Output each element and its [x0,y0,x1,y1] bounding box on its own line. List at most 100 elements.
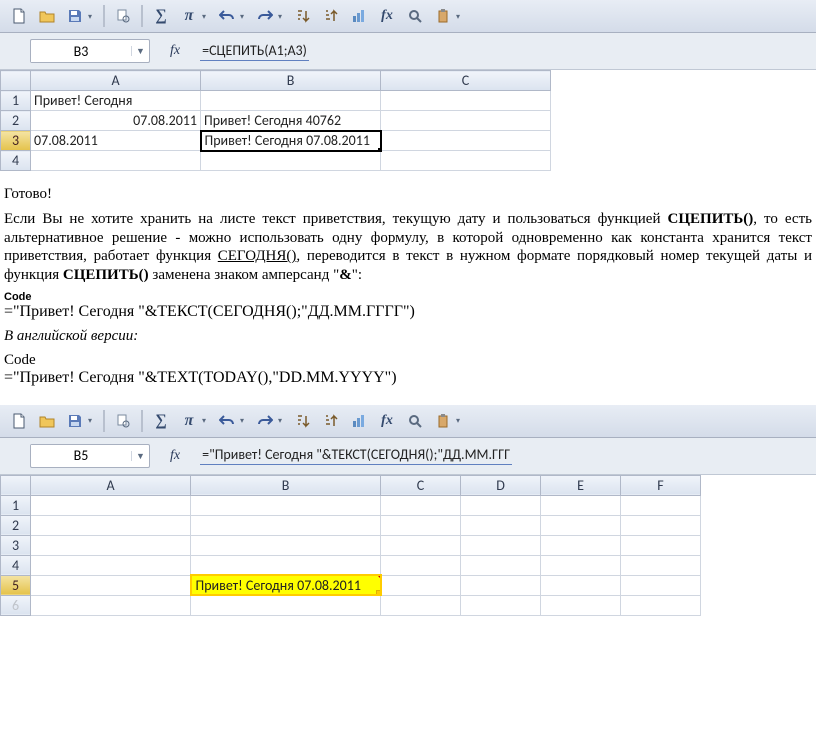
formula-text[interactable]: ="Привет! Сегодня "&ТЕКСТ(СЕГОДНЯ();"ДД.… [200,446,512,465]
highlighted-result-cell[interactable]: Привет! Сегодня 07.08.2011 [191,575,381,595]
clipboard-icon[interactable] [430,409,456,433]
col-header-D[interactable]: D [461,475,541,495]
pi-icon[interactable]: π [176,4,202,28]
cell[interactable] [381,91,551,111]
zoom-icon[interactable] [402,4,428,28]
cell[interactable] [461,595,541,615]
cell[interactable] [201,91,381,111]
cell[interactable] [31,535,191,555]
cell[interactable] [191,535,381,555]
redo-icon[interactable] [252,4,278,28]
row-header[interactable]: 3 [1,535,31,555]
select-all-corner[interactable] [1,71,31,91]
undo-dropdown-icon[interactable]: ▾ [240,416,250,425]
sort-asc-icon[interactable] [290,4,316,28]
name-box[interactable]: ▼ [30,39,150,63]
undo-icon[interactable] [214,409,240,433]
cell[interactable] [31,595,191,615]
save-icon[interactable] [62,409,88,433]
save-dropdown-icon[interactable]: ▾ [88,416,98,425]
undo-icon[interactable] [214,4,240,28]
save-icon[interactable] [62,4,88,28]
select-all-corner[interactable] [1,475,31,495]
sort-asc-icon[interactable] [290,409,316,433]
cell[interactable] [31,151,201,171]
col-header-F[interactable]: F [621,475,701,495]
open-file-icon[interactable] [34,409,60,433]
new-file-icon[interactable] [6,4,32,28]
name-box-input[interactable] [31,445,131,466]
row-header[interactable]: 4 [1,151,31,171]
cell[interactable] [381,151,551,171]
cell[interactable] [191,555,381,575]
cell[interactable]: Привет! Сегодня 40762 [201,111,381,131]
row-header[interactable]: 1 [1,495,31,515]
col-header-B[interactable]: B [191,475,381,495]
cell[interactable] [381,535,461,555]
name-box[interactable]: ▼ [30,444,150,468]
cell[interactable] [381,555,461,575]
cell[interactable]: 07.08.2011 [31,131,201,151]
cell[interactable] [381,495,461,515]
cell[interactable] [541,495,621,515]
cell[interactable] [541,595,621,615]
insert-function-icon[interactable]: fx [374,409,400,433]
cell[interactable] [381,131,551,151]
row-header[interactable]: 3 [1,131,31,151]
qat-customize-icon[interactable]: ▾ [456,416,466,425]
cell[interactable] [31,495,191,515]
print-preview-icon[interactable] [110,4,136,28]
cell[interactable]: Привет! Сегодня [31,91,201,111]
cell[interactable] [461,575,541,595]
cell[interactable] [381,595,461,615]
cell[interactable] [541,535,621,555]
sheet-grid-1[interactable]: A B C 1 Привет! Сегодня 2 07.08.2011 При… [0,70,551,171]
print-preview-icon[interactable] [110,409,136,433]
cell[interactable] [191,515,381,535]
sort-desc-icon[interactable] [318,4,344,28]
row-header[interactable]: 6 [1,595,31,615]
cell[interactable] [461,495,541,515]
col-header-C[interactable]: C [381,475,461,495]
selected-cell[interactable]: Привет! Сегодня 07.08.2011 [201,131,381,151]
pi-icon[interactable]: π [176,409,202,433]
fx-label[interactable]: fx [170,43,180,59]
sum-sigma-icon[interactable]: ∑ [148,4,174,28]
name-box-dropdown-icon[interactable]: ▼ [131,451,149,461]
redo-dropdown-icon[interactable]: ▾ [278,12,288,21]
name-box-input[interactable] [31,41,131,62]
row-header[interactable]: 2 [1,515,31,535]
cell[interactable] [541,555,621,575]
sort-desc-icon[interactable] [318,409,344,433]
chart-icon[interactable] [346,4,372,28]
new-file-icon[interactable] [6,409,32,433]
sheet-grid-2[interactable]: A B C D E F 1 2 3 4 5 Привет! Сегодня 07… [0,475,701,616]
cell[interactable] [381,575,461,595]
zoom-icon[interactable] [402,409,428,433]
cell[interactable] [621,555,701,575]
cell[interactable] [31,515,191,535]
insert-function-icon[interactable]: fx [374,4,400,28]
cell[interactable] [381,111,551,131]
row-header[interactable]: 4 [1,555,31,575]
fx-label[interactable]: fx [170,448,180,464]
redo-dropdown-icon[interactable]: ▾ [278,416,288,425]
clipboard-icon[interactable] [430,4,456,28]
cell[interactable] [31,575,191,595]
row-header[interactable]: 5 [1,575,31,595]
undo-dropdown-icon[interactable]: ▾ [240,12,250,21]
cell[interactable] [31,555,191,575]
cell[interactable] [541,575,621,595]
cell[interactable] [541,515,621,535]
cell[interactable] [621,535,701,555]
name-box-dropdown-icon[interactable]: ▼ [131,46,149,56]
qat-customize-icon[interactable]: ▾ [456,12,466,21]
col-header-A[interactable]: A [31,475,191,495]
chart-icon[interactable] [346,409,372,433]
col-header-B[interactable]: B [201,71,381,91]
cell[interactable] [621,575,701,595]
sum-sigma-icon[interactable]: ∑ [148,409,174,433]
cell[interactable] [461,535,541,555]
open-file-icon[interactable] [34,4,60,28]
cell[interactable] [461,555,541,575]
